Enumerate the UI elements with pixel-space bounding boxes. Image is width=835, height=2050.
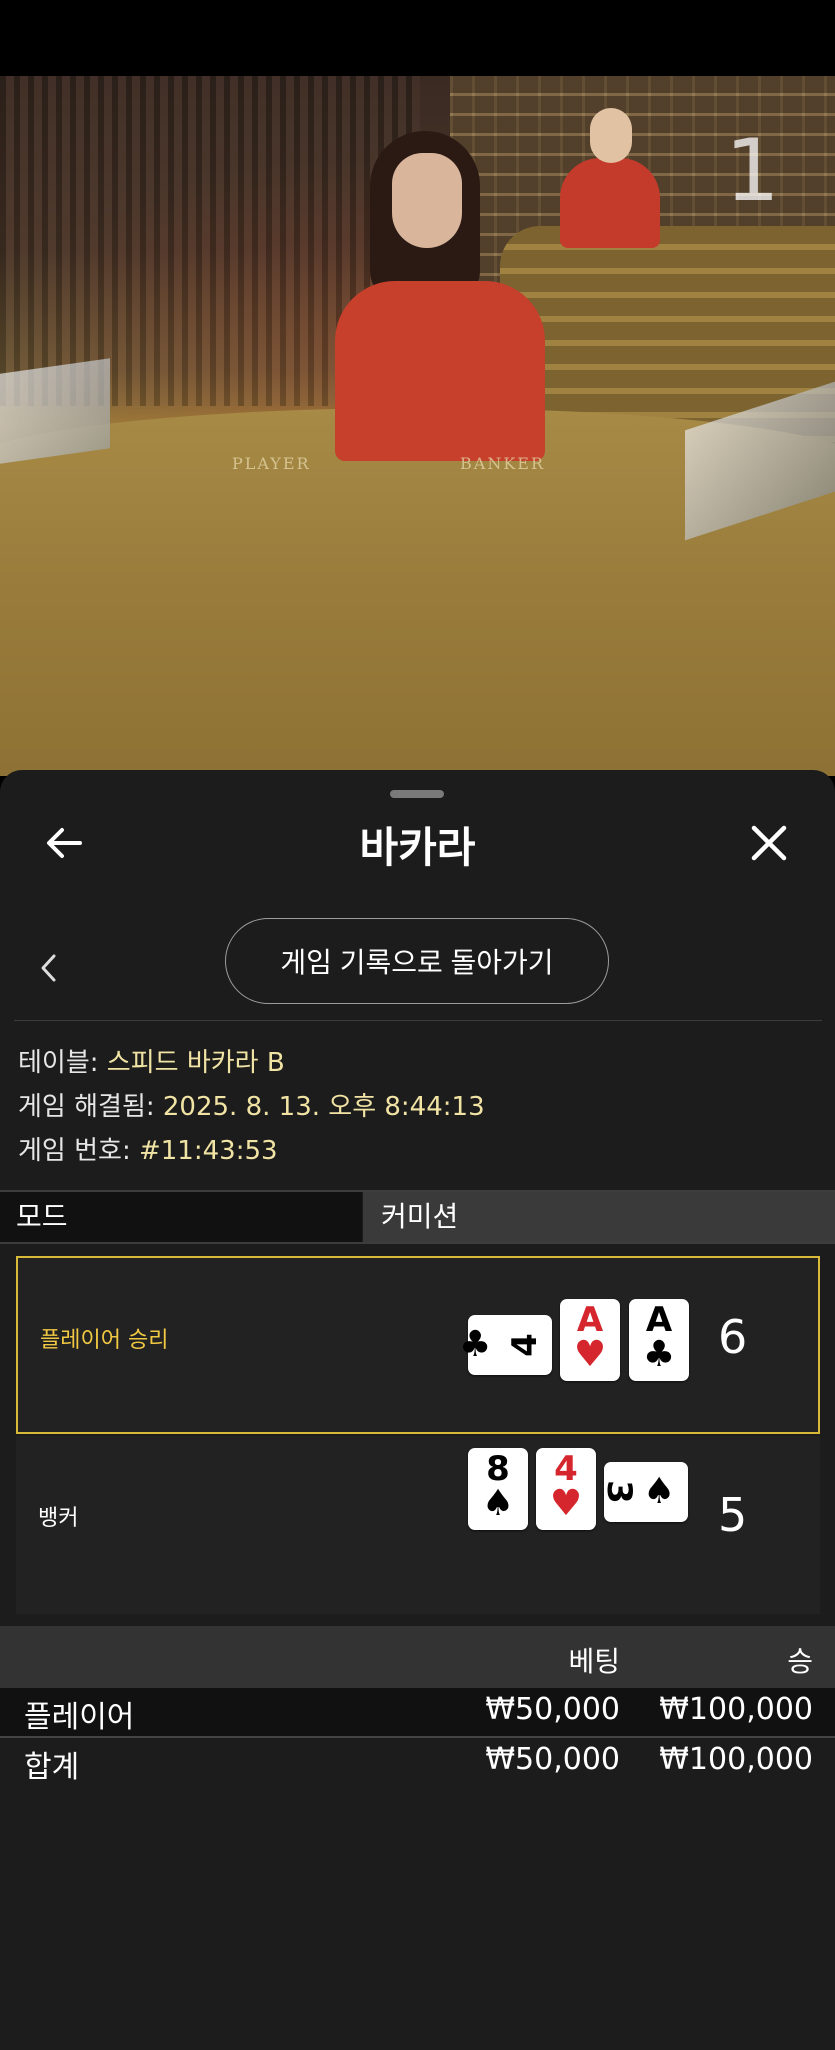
status-bar — [0, 0, 835, 76]
bets-table-header: 베팅 승 — [0, 1626, 835, 1688]
row-win: ₩100,000 — [659, 1742, 813, 1777]
page-title: 바카라 — [359, 823, 476, 872]
card-suit: ♣ — [642, 1334, 676, 1375]
divider — [14, 1020, 822, 1021]
player-score: 6 — [718, 1310, 748, 1364]
info-table-label: 테이블: — [18, 1048, 107, 1078]
info-resolved-label: 게임 해결됨: — [18, 1092, 163, 1122]
banker-result-row: 뱅커 8 ♠ 4 ♥ 3 ♠ 5 — [16, 1436, 820, 1614]
background-dealer — [555, 98, 675, 248]
mode-tabs: 모드 커미션 — [0, 1190, 835, 1244]
playing-card: ♣ 4 — [459, 1315, 552, 1375]
card-suit: ♥ — [549, 1483, 583, 1524]
card-shoe-left — [0, 358, 110, 464]
row-name: 합계 — [24, 1750, 80, 1785]
table-row: 플레이어 ₩50,000 ₩100,000 — [0, 1688, 835, 1738]
info-table: 테이블: 스피드 바카라 B — [18, 1042, 285, 1079]
playing-card: A ♥ — [560, 1299, 620, 1381]
table-label-banker: BANKER — [460, 454, 545, 473]
banker-score: 5 — [718, 1488, 748, 1542]
drag-handle[interactable] — [390, 790, 444, 798]
card-suit: ♠ — [643, 1471, 676, 1512]
video-corner-number: 1 — [725, 121, 780, 221]
game-details-sheet: 바카라 게임 기록으로 돌아가기 테이블: 스피드 바카라 B 게임 해결됨: … — [0, 770, 835, 2050]
row-bet: ₩50,000 — [485, 1742, 620, 1777]
player-result-label: 플레이어 승리 — [40, 1328, 169, 1353]
banker-result-label: 뱅커 — [38, 1506, 79, 1531]
header-bet: 베팅 — [568, 1645, 620, 1678]
card-rank: 4 — [554, 1449, 578, 1489]
live-video-stream: PLAYER BANKER 1 — [0, 76, 835, 776]
row-name: 플레이어 — [24, 1700, 135, 1735]
info-game-number-label: 게임 번호: — [18, 1136, 139, 1166]
card-suit: ♠ — [481, 1483, 515, 1524]
info-game-number-value: #11:43:53 — [138, 1136, 278, 1166]
player-result-row: 플레이어 승리 ♣ 4 A ♥ A ♣ 6 — [16, 1256, 820, 1434]
card-rank: A — [576, 1300, 604, 1340]
chevron-left-icon[interactable] — [36, 948, 62, 988]
row-bet: ₩50,000 — [485, 1692, 620, 1727]
info-game-number: 게임 번호: #11:43:53 — [18, 1130, 278, 1167]
row-win: ₩100,000 — [659, 1692, 813, 1727]
playing-card: 4 ♥ — [536, 1448, 596, 1530]
info-resolved-value: 2025. 8. 13. 오후 8:44:13 — [162, 1092, 485, 1122]
tab-commission[interactable]: 커미션 — [363, 1192, 835, 1242]
card-rank: 4 — [505, 1333, 546, 1357]
card-suit: ♥ — [573, 1334, 607, 1375]
playing-card: 8 ♠ — [468, 1448, 528, 1530]
return-to-history-button[interactable]: 게임 기록으로 돌아가기 — [225, 918, 609, 1004]
dealer — [330, 131, 550, 471]
info-table-value: 스피드 바카라 B — [106, 1048, 285, 1078]
card-rank: A — [645, 1300, 673, 1340]
table-label-player: PLAYER — [232, 454, 311, 473]
card-rank: 8 — [486, 1449, 510, 1489]
card-suit: ♣ — [459, 1324, 492, 1365]
card-rank: 3 — [599, 1480, 640, 1504]
close-icon[interactable] — [746, 820, 792, 866]
info-resolved: 게임 해결됨: 2025. 8. 13. 오후 8:44:13 — [18, 1086, 485, 1123]
playing-card: 3 ♠ — [599, 1462, 688, 1522]
playing-card: A ♣ — [629, 1299, 689, 1381]
header-win: 승 — [787, 1645, 813, 1678]
table-row-total: 합계 ₩50,000 ₩100,000 — [0, 1738, 835, 1786]
tab-mode[interactable]: 모드 — [0, 1192, 362, 1242]
